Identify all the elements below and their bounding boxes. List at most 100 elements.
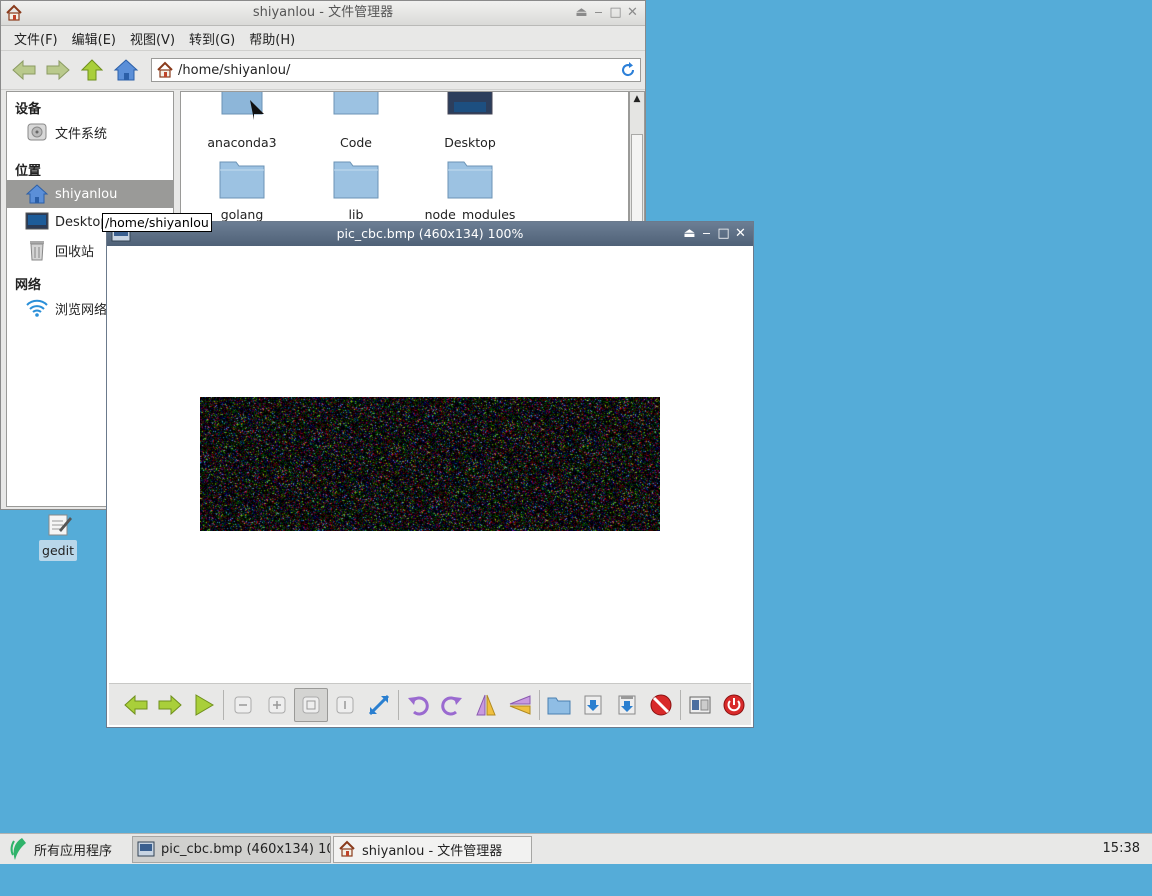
menu-edit[interactable]: 编辑(E) <box>65 29 123 48</box>
toolbar-separator <box>398 689 399 720</box>
taskbar-item-file-manager[interactable]: shiyanlou - 文件管理器 <box>333 835 532 863</box>
maximize-icon[interactable]: □ <box>717 222 730 246</box>
open-file-button[interactable] <box>542 688 576 722</box>
zoom-in-icon <box>268 696 286 713</box>
save-button[interactable] <box>576 688 610 722</box>
menu-file[interactable]: 文件(F) <box>7 29 65 48</box>
flip-vertical-button[interactable] <box>503 688 537 722</box>
quit-button[interactable] <box>717 688 751 722</box>
previous-arrow-icon <box>124 694 148 715</box>
file-item-desktop[interactable]: Desktop <box>415 92 525 150</box>
home-icon <box>6 4 22 21</box>
close-icon[interactable]: ✕ <box>734 222 747 246</box>
zoom-in-button[interactable] <box>260 688 294 722</box>
file-label: anaconda3 <box>207 135 277 150</box>
file-label: Desktop <box>444 135 496 150</box>
file-label: Code <box>339 135 372 150</box>
sidebar-item-label: 回收站 <box>55 244 95 260</box>
rotate-left-icon <box>408 695 429 715</box>
taskbar-item-label: shiyanlou - 文件管理器 <box>362 843 503 859</box>
desktop-folder-icon <box>447 92 493 115</box>
shade-icon[interactable]: ⏏ <box>683 222 696 246</box>
sidebar-item-label: Desktop <box>55 214 109 230</box>
preferences-button[interactable] <box>683 688 717 722</box>
address-bar[interactable] <box>151 58 641 82</box>
reload-icon[interactable] <box>619 61 637 79</box>
scroll-up-icon[interactable]: ▲ <box>630 92 644 106</box>
back-button[interactable] <box>9 55 39 85</box>
toolbar-separator <box>223 689 224 720</box>
displayed-image <box>200 397 660 531</box>
forward-arrow-icon <box>46 59 70 81</box>
desktop-icon-gedit[interactable]: gedit <box>38 510 78 561</box>
file-label: node_modules <box>424 207 516 222</box>
menu-help[interactable]: 帮助(H) <box>242 29 302 48</box>
home-icon <box>113 59 139 81</box>
file-item-code[interactable]: Code <box>301 92 411 150</box>
delete-icon <box>650 694 672 715</box>
zoom-out-button[interactable] <box>226 688 260 722</box>
sidebar-item-home[interactable]: shiyanlou <box>7 180 173 208</box>
menubar: 文件(F) 编辑(E) 视图(V) 转到(G) 帮助(H) <box>1 26 645 50</box>
play-icon <box>195 693 214 716</box>
menu-view[interactable]: 视图(V) <box>123 29 182 48</box>
home-icon <box>25 184 49 204</box>
fullscreen-button[interactable] <box>362 688 396 722</box>
folder-icon <box>333 92 379 115</box>
sidebar-item-label: shiyanlou <box>55 186 118 202</box>
home-icon <box>157 61 173 78</box>
file-item-lib[interactable]: lib <box>301 158 411 222</box>
toolbar-separator <box>680 689 681 720</box>
delete-button[interactable] <box>644 688 678 722</box>
close-icon[interactable]: ✕ <box>626 1 639 25</box>
forward-button[interactable] <box>43 55 73 85</box>
next-arrow-icon <box>158 694 182 715</box>
file-item-anaconda3[interactable]: anaconda3 <box>187 92 297 150</box>
rotate-left-button[interactable] <box>401 688 435 722</box>
previous-button[interactable] <box>119 688 153 722</box>
up-button[interactable] <box>77 55 107 85</box>
taskbar-item-viewer[interactable]: pic_cbc.bmp (460x134) 10… <box>132 835 331 863</box>
desktop-icon <box>25 212 49 230</box>
slideshow-button[interactable] <box>187 688 221 722</box>
fullscreen-icon <box>368 694 390 715</box>
harddisk-icon <box>27 123 47 141</box>
folder-icon <box>333 161 379 199</box>
flip-vertical-icon <box>509 694 531 715</box>
flip-horizontal-button[interactable] <box>469 688 503 722</box>
rotate-right-button[interactable] <box>435 688 469 722</box>
minimize-icon[interactable]: ‒ <box>592 1 605 25</box>
zoom-out-icon <box>234 696 252 713</box>
fm-title: shiyanlou - 文件管理器 <box>252 5 394 20</box>
sidebar-header-places: 位置 <box>15 164 42 179</box>
fm-titlebar[interactable]: shiyanlou - 文件管理器 ⏏ ‒ □ ✕ <box>1 1 645 26</box>
home-button[interactable] <box>111 55 141 85</box>
zoom-original-button[interactable] <box>328 688 362 722</box>
file-item-node-modules[interactable]: node_modules <box>415 158 525 222</box>
rotate-right-icon <box>441 695 462 715</box>
sidebar-header-devices: 设备 <box>15 102 42 117</box>
start-menu-button[interactable]: 所有应用程序 <box>0 837 130 861</box>
sidebar-item-filesystem[interactable]: 文件系统 <box>7 118 173 146</box>
maximize-icon[interactable]: □ <box>609 1 622 25</box>
back-arrow-icon <box>12 59 36 81</box>
file-label: lib <box>348 207 364 222</box>
folder-icon <box>219 161 265 199</box>
path-input[interactable] <box>175 61 619 79</box>
save-as-button[interactable] <box>610 688 644 722</box>
sidebar-item-label: 文件系统 <box>55 126 108 142</box>
image-viewer-window: pic_cbc.bmp (460x134) 100% ⏏ ‒ □ ✕ <box>106 221 754 728</box>
zoom-fit-button[interactable] <box>294 687 328 722</box>
zoom-original-icon <box>336 696 354 713</box>
image-icon <box>137 841 155 857</box>
save-icon <box>584 695 602 714</box>
desktop-icon-label: gedit <box>39 540 77 561</box>
minimize-icon[interactable]: ‒ <box>700 222 713 246</box>
menu-go[interactable]: 转到(G) <box>182 29 242 48</box>
shade-icon[interactable]: ⏏ <box>575 1 588 25</box>
folder-open-icon <box>547 697 571 714</box>
next-button[interactable] <box>153 688 187 722</box>
up-arrow-icon <box>81 59 103 81</box>
zoom-fit-icon <box>302 696 320 713</box>
tooltip: /home/shiyanlou <box>102 213 212 232</box>
